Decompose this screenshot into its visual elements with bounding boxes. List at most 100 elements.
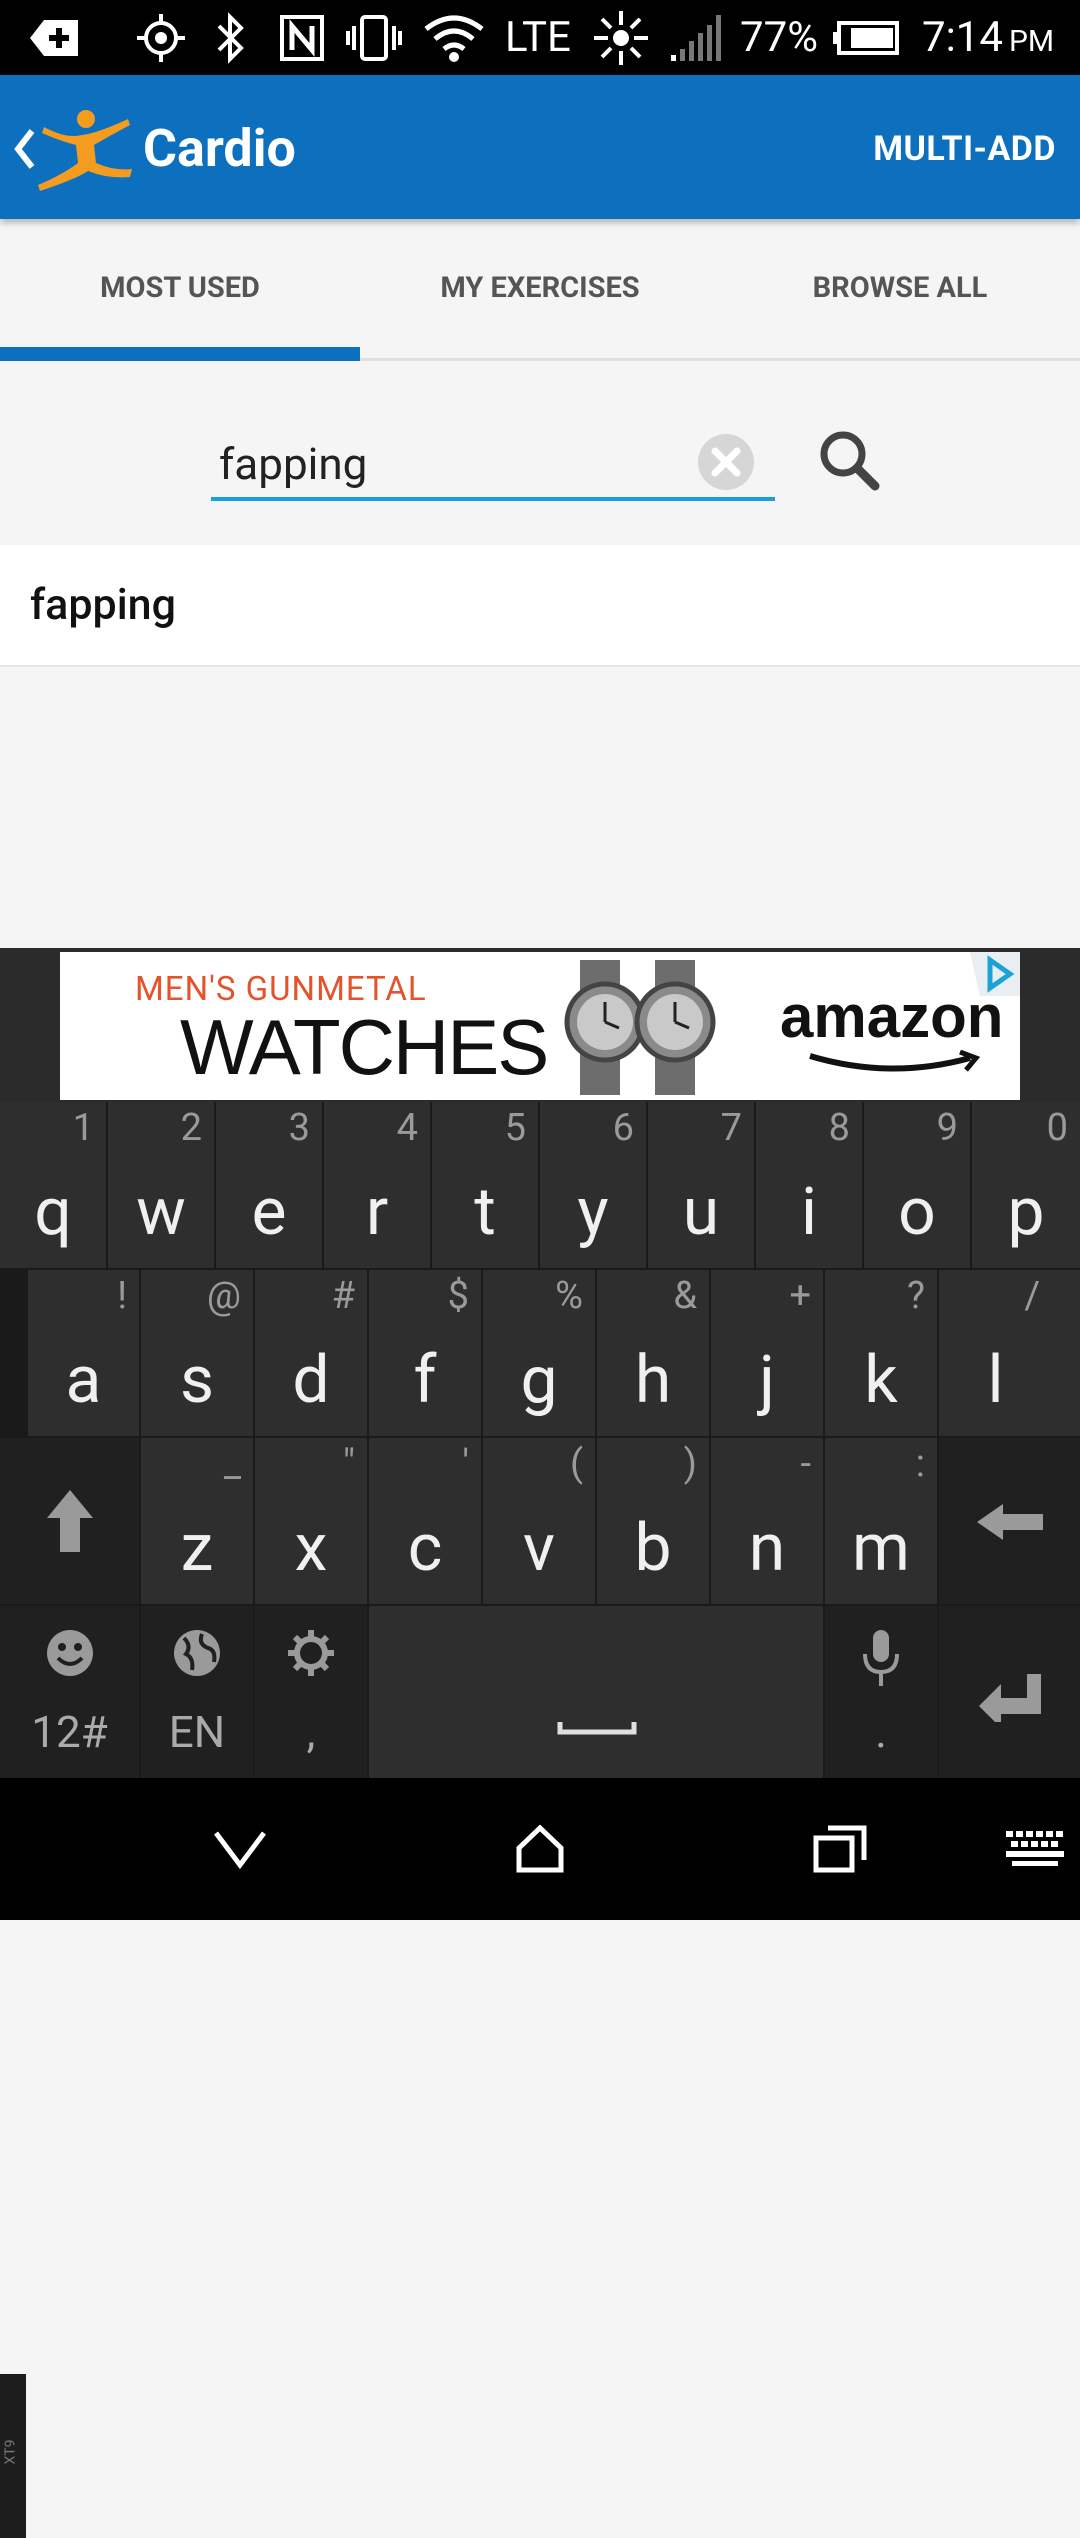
key-hint: 8: [828, 1106, 850, 1150]
key-i[interactable]: 8i: [756, 1102, 864, 1270]
key-hint: 2: [180, 1106, 202, 1150]
ad-line2: WATCHES: [180, 1003, 549, 1091]
key-hint: @: [206, 1274, 241, 1318]
watches-image: [555, 960, 725, 1095]
back-icon[interactable]: [200, 1778, 280, 1920]
key-hint: 5: [504, 1106, 526, 1150]
key-label: h: [634, 1342, 672, 1419]
key-n[interactable]: -n: [711, 1438, 825, 1606]
key-q[interactable]: 1q: [0, 1102, 108, 1270]
page-title: Cardio: [143, 118, 296, 179]
key-u[interactable]: 7u: [648, 1102, 756, 1270]
key-x[interactable]: " x: [255, 1438, 369, 1606]
xt9-indicator: XT9: [0, 2374, 26, 2538]
key-label: o: [898, 1174, 936, 1251]
search-input[interactable]: [211, 431, 775, 501]
result-label: fapping: [30, 580, 176, 630]
key-t[interactable]: 5t: [432, 1102, 540, 1270]
list-item[interactable]: fapping: [0, 545, 1080, 667]
key-j[interactable]: + j: [711, 1270, 825, 1438]
app-logo-icon[interactable]: [36, 105, 136, 195]
key-hint: 6: [612, 1106, 634, 1150]
key-hint: 9: [936, 1106, 958, 1150]
home-icon[interactable]: [500, 1778, 580, 1920]
key-s[interactable]: @ s: [141, 1270, 255, 1438]
space-key[interactable]: [369, 1606, 825, 1778]
key-y[interactable]: 6y: [540, 1102, 648, 1270]
key-a[interactable]: ! a: [28, 1270, 141, 1438]
key-hint: ": [342, 1442, 355, 1486]
battery-icon: [830, 0, 902, 75]
language-key[interactable]: EN: [141, 1606, 255, 1778]
key-f[interactable]: $ f: [369, 1270, 483, 1438]
key-hint: $: [447, 1274, 469, 1318]
key-hint: #: [331, 1274, 355, 1318]
key-m[interactable]: :m: [825, 1438, 939, 1606]
settings-comma-key[interactable]: ,: [255, 1606, 369, 1778]
key-hint: :: [915, 1442, 925, 1486]
app-bar: Cardio MULTI-ADD: [0, 75, 1080, 219]
key-e[interactable]: 3e: [216, 1102, 324, 1270]
key-label: w: [136, 1174, 186, 1251]
adchoices-icon[interactable]: [970, 952, 1020, 996]
clear-search-icon[interactable]: [696, 432, 756, 492]
mic-period-key[interactable]: .: [825, 1606, 939, 1778]
key-z[interactable]: _ z: [141, 1438, 255, 1606]
key-hint: /: [1024, 1274, 1040, 1318]
vibrate-icon: [344, 0, 404, 75]
key-l[interactable]: / l: [939, 1270, 1080, 1438]
xt9-label: XT9: [2, 2439, 19, 2465]
key-label: q: [34, 1174, 72, 1251]
enter-key[interactable]: [939, 1606, 1080, 1778]
key-hint: 0: [1046, 1106, 1068, 1150]
key-v[interactable]: (v: [483, 1438, 597, 1606]
bluetooth-icon: [210, 0, 250, 75]
key-c[interactable]: ' c: [369, 1438, 483, 1606]
nfc-icon: [277, 0, 327, 75]
key-label: x: [294, 1510, 328, 1587]
key-hint: _: [223, 1442, 241, 1486]
symbols-key[interactable]: 12#: [0, 1606, 141, 1778]
recents-icon[interactable]: [800, 1778, 880, 1920]
key-d[interactable]: # d: [255, 1270, 369, 1438]
search-icon[interactable]: [815, 426, 885, 496]
tab-my-exercises[interactable]: MY EXERCISES: [360, 219, 720, 358]
key-label: v: [523, 1510, 555, 1587]
key-k[interactable]: ? k: [825, 1270, 939, 1438]
keyboard-icon[interactable]: [1000, 1778, 1070, 1920]
key-label: a: [65, 1342, 102, 1419]
key-r[interactable]: 4r: [324, 1102, 432, 1270]
key-h[interactable]: & h: [597, 1270, 711, 1438]
shift-key[interactable]: [0, 1438, 141, 1606]
backspace-arrow-icon: [939, 1502, 1080, 1546]
key-label: z: [180, 1510, 214, 1587]
key-p[interactable]: 0p: [972, 1102, 1080, 1270]
ad-banner[interactable]: MEN'S GUNMETAL WATCHES amazon: [60, 952, 1020, 1100]
key-hint: ?: [907, 1274, 925, 1318]
key-w[interactable]: 2w: [108, 1102, 216, 1270]
status-bar: LTE 77% 7:14 PM: [0, 0, 1080, 75]
key-label: k: [864, 1342, 898, 1419]
search-area: [0, 361, 1080, 545]
key-hint: 7: [720, 1106, 742, 1150]
key-label: u: [682, 1174, 720, 1251]
key-label: d: [292, 1342, 330, 1419]
key-g[interactable]: % g: [483, 1270, 597, 1438]
key-label: c: [407, 1510, 443, 1587]
key-label: i: [800, 1174, 818, 1251]
key-b[interactable]: ) b: [597, 1438, 711, 1606]
navigation-bar: [0, 1778, 1080, 1920]
key-hint: &: [673, 1274, 697, 1318]
key-label: m: [852, 1510, 910, 1587]
key-label: n: [748, 1510, 786, 1587]
wifi-icon: [421, 0, 487, 75]
gear-icon: [255, 1628, 367, 1682]
clock-period: PM: [1009, 24, 1055, 59]
backspace-key[interactable]: [939, 1438, 1080, 1606]
key-o[interactable]: 9o: [864, 1102, 972, 1270]
multi-add-button[interactable]: MULTI-ADD: [873, 75, 1056, 219]
key-label: y: [577, 1174, 609, 1251]
tab-most-used[interactable]: MOST USED: [0, 219, 360, 358]
tab-browse-all[interactable]: BROWSE ALL: [720, 219, 1080, 358]
key-label: b: [634, 1510, 672, 1587]
